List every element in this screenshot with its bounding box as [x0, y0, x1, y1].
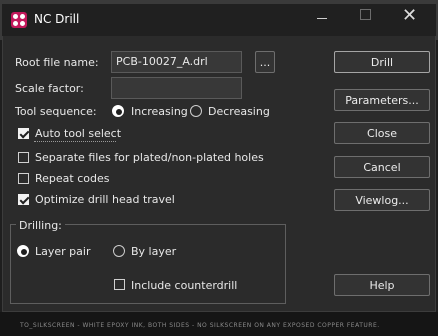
help-button[interactable]: Help: [334, 274, 430, 296]
scale-factor-label: Scale factor:: [15, 82, 84, 95]
separate-files-checkbox[interactable]: [18, 152, 29, 163]
optimize-travel-checkbox[interactable]: [18, 194, 29, 205]
root-file-label: Root file name:: [15, 56, 99, 69]
minimize-button[interactable]: [317, 8, 331, 26]
cancel-button[interactable]: Cancel: [334, 156, 430, 178]
close-icon: ✕: [402, 5, 418, 26]
focus-indicator: [34, 141, 116, 142]
tool-sequence-decreasing-radio[interactable]: [190, 105, 202, 117]
include-counterdrill-checkbox[interactable]: [114, 279, 125, 290]
parameters-button[interactable]: Parameters...: [334, 89, 430, 111]
dialog-title: NC Drill: [34, 12, 80, 26]
tool-sequence-decreasing-label[interactable]: Decreasing: [208, 105, 270, 118]
tool-sequence-increasing-label[interactable]: Increasing: [131, 105, 188, 118]
viewlog-button[interactable]: Viewlog...: [334, 189, 430, 211]
layer-pair-radio[interactable]: [17, 245, 29, 257]
drilling-group: [10, 224, 286, 304]
browse-button[interactable]: ...: [255, 51, 275, 73]
drilling-group-title: Drilling:: [16, 219, 65, 232]
minimize-icon: [317, 18, 327, 19]
drill-button[interactable]: Drill: [334, 51, 430, 73]
separate-files-label[interactable]: Separate files for plated/non-plated hol…: [35, 151, 264, 164]
by-layer-label[interactable]: By layer: [131, 245, 176, 258]
maximize-button[interactable]: [360, 9, 371, 20]
close-button[interactable]: Close: [334, 122, 430, 144]
tool-sequence-increasing-radio[interactable]: [112, 105, 124, 117]
repeat-codes-checkbox[interactable]: [18, 173, 29, 184]
layer-pair-label[interactable]: Layer pair: [35, 245, 90, 258]
auto-tool-select-label[interactable]: Auto tool select: [35, 127, 121, 140]
optimize-travel-label[interactable]: Optimize drill head travel: [35, 193, 175, 206]
auto-tool-select-checkbox[interactable]: [18, 128, 29, 139]
close-window-button[interactable]: ✕: [402, 6, 417, 26]
include-counterdrill-label[interactable]: Include counterdrill: [131, 279, 237, 292]
root-file-input[interactable]: PCB-10027_A.drl: [111, 51, 242, 73]
repeat-codes-label[interactable]: Repeat codes: [35, 172, 109, 185]
tool-sequence-label: Tool sequence:: [15, 105, 97, 118]
by-layer-radio[interactable]: [113, 245, 125, 257]
background-status-text: TO_SILKSCREEN - WHITE EPOXY INK, BOTH SI…: [20, 322, 380, 329]
app-icon: [11, 12, 27, 28]
scale-factor-input[interactable]: [111, 77, 242, 99]
